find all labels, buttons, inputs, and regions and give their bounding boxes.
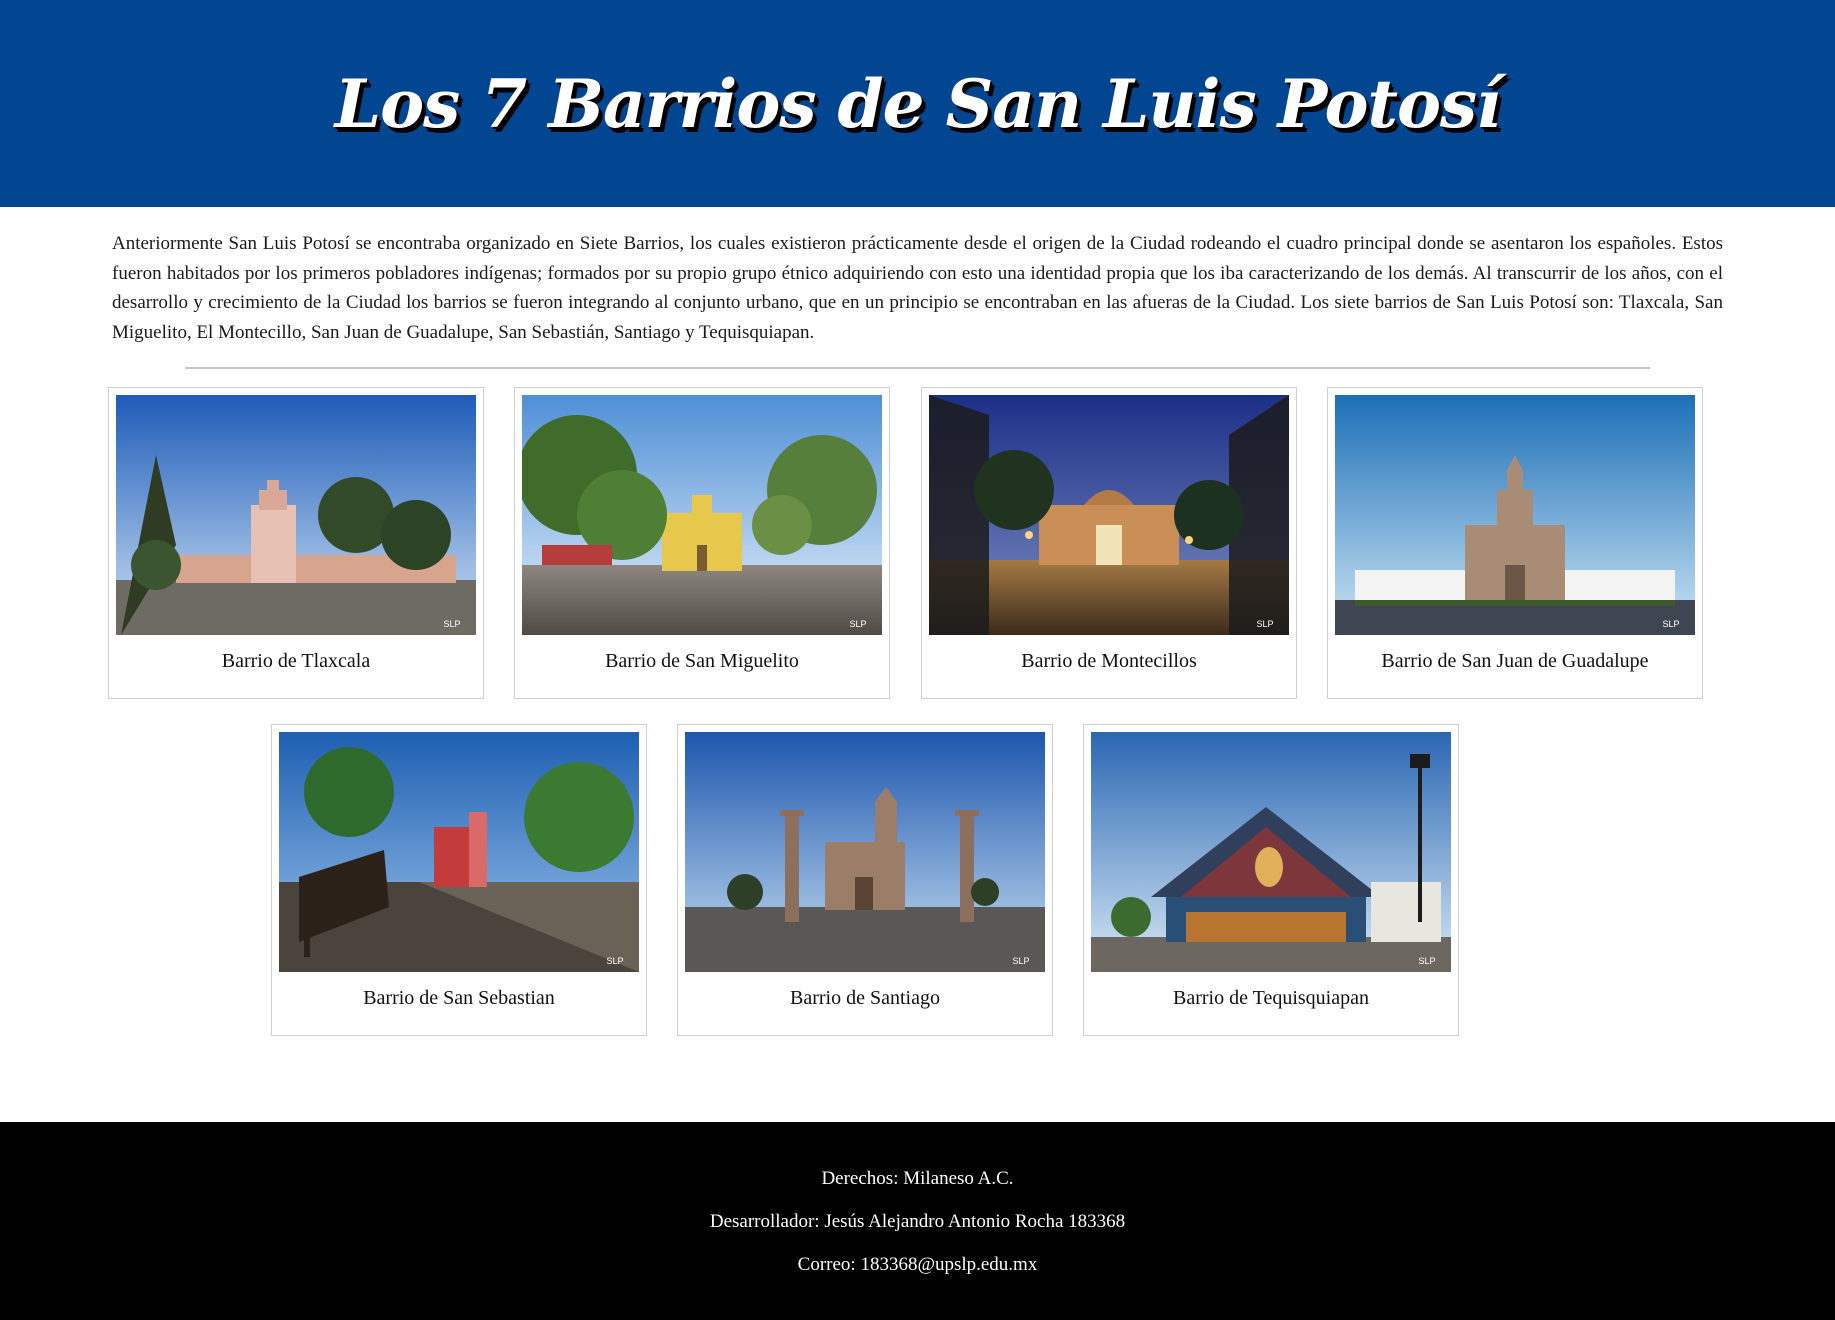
barrio-card-montecillos[interactable]: SLP Barrio de Montecillos: [921, 387, 1297, 699]
photo-logo: SLP: [1418, 956, 1435, 966]
barrio-caption: Barrio de San Miguelito: [605, 650, 799, 672]
site-footer: Derechos: Milaneso A.C. Desarrollador: J…: [0, 1122, 1835, 1320]
barrio-photo-san-sebastian[interactable]: SLP: [279, 732, 639, 972]
barrio-photo-montecillos[interactable]: SLP: [929, 395, 1289, 635]
barrio-photo-santiago[interactable]: SLP: [685, 732, 1045, 972]
photo-logo: SLP: [849, 619, 866, 629]
photo-logo: SLP: [1662, 619, 1679, 629]
barrio-card-san-sebastian[interactable]: SLP Barrio de San Sebastian: [271, 724, 647, 1036]
barrio-caption: Barrio de Montecillos: [1021, 650, 1197, 672]
photo-logo: SLP: [1012, 956, 1029, 966]
barrio-photo-san-juan-de-guadalupe[interactable]: SLP: [1335, 395, 1695, 635]
barrio-card-tequisquiapan[interactable]: SLP Barrio de Tequisquiapan: [1083, 724, 1459, 1036]
barrio-caption: Barrio de Tequisquiapan: [1173, 987, 1369, 1009]
barrio-card-san-miguelito[interactable]: SLP Barrio de San Miguelito: [514, 387, 890, 699]
barrios-gallery: SLP Barrio de Tlaxcala SLP Barrio de San…: [0, 369, 1835, 1059]
photo-logo: SLP: [606, 956, 623, 966]
barrio-photo-tequisquiapan[interactable]: SLP: [1091, 732, 1451, 972]
barrio-card-tlaxcala[interactable]: SLP Barrio de Tlaxcala: [108, 387, 484, 699]
intro-paragraph: Anteriormente San Luis Potosí se encontr…: [112, 233, 1723, 343]
barrio-card-san-juan-de-guadalupe[interactable]: SLP Barrio de San Juan de Guadalupe: [1327, 387, 1703, 699]
barrio-caption: Barrio de Santiago: [790, 987, 940, 1009]
barrio-caption: Barrio de Tlaxcala: [221, 650, 371, 672]
site-header: Los 7 Barrios de San Luis Potosí: [0, 0, 1835, 207]
barrio-card-santiago[interactable]: SLP Barrio de Santiago: [677, 724, 1053, 1036]
footer-email: Correo: 183368@upslp.edu.mx: [797, 1254, 1038, 1275]
barrio-photo-tlaxcala[interactable]: SLP: [116, 395, 476, 635]
footer-rights: Derechos: Milaneso A.C.: [821, 1168, 1014, 1189]
photo-logo: SLP: [1256, 619, 1273, 629]
page-title: Los 7 Barrios de San Luis Potosí: [334, 64, 1502, 143]
photo-logo: SLP: [443, 619, 460, 629]
barrio-caption: Barrio de San Sebastian: [363, 987, 555, 1009]
barrio-caption: Barrio de San Juan de Guadalupe: [1381, 650, 1649, 672]
footer-developer: Desarrollador: Jesús Alejandro Antonio R…: [709, 1211, 1126, 1232]
barrio-photo-san-miguelito[interactable]: SLP: [522, 395, 882, 635]
